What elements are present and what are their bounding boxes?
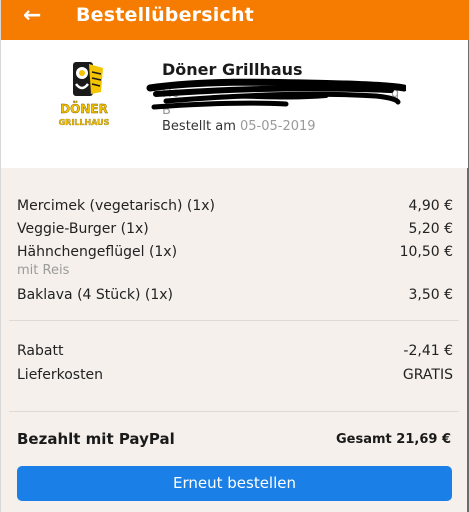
page-title: Bestellübersicht	[76, 4, 254, 26]
svg-text:GRILLHAUS: GRILLHAUS	[59, 118, 110, 127]
delivery-label: Lieferkosten	[17, 367, 104, 383]
item-price: 4,90 €	[408, 198, 453, 214]
divider	[9, 320, 459, 321]
payment-method: Bezahlt mit PayPal	[17, 430, 175, 448]
order-total: Gesamt 21,69 €	[336, 432, 451, 447]
restaurant-logo: DÖNER GRILLHAUS	[58, 62, 110, 127]
discount-value: -2,41 €	[403, 343, 453, 359]
order-item: Hähnchengeflügel (1x) 10,50 €	[17, 242, 453, 262]
item-name: Mercimek (vegetarisch) (1x)	[17, 198, 216, 214]
delivery-row: Lieferkosten GRATIS	[17, 365, 453, 385]
discount-row: Rabatt -2,41 €	[17, 341, 453, 361]
delivery-value: GRATIS	[402, 367, 453, 383]
item-price: 10,50 €	[399, 244, 453, 260]
item-name: Veggie-Burger (1x)	[17, 221, 149, 237]
item-note: mit Reis	[17, 263, 70, 278]
order-item: Veggie-Burger (1x) 5,20 €	[17, 219, 453, 239]
order-date-value: 05-05-2019	[240, 119, 316, 134]
item-price: 5,20 €	[408, 221, 453, 237]
reorder-button[interactable]: Erneut bestellen	[17, 466, 452, 501]
svg-text:DÖNER: DÖNER	[60, 101, 108, 116]
order-date-label: Bestellt am	[162, 119, 236, 134]
order-summary-screen: ← Bestellübersicht DÖNER GRILLHAUS Döner…	[0, 0, 469, 512]
restaurant-card: DÖNER GRILLHAUS Döner Grillhaus Ho B g B…	[1, 40, 468, 168]
divider	[9, 411, 459, 412]
app-header: ← Bestellübersicht	[1, 0, 469, 40]
order-item: Baklava (4 Stück) (1x) 3,50 €	[17, 285, 453, 305]
item-name: Baklava (4 Stück) (1x)	[17, 287, 173, 303]
redaction-scribble	[146, 78, 406, 110]
item-name: Hähnchengeflügel (1x)	[17, 244, 178, 260]
back-arrow-icon[interactable]: ←	[23, 3, 41, 29]
order-date: Bestellt am 05-05-2019	[162, 119, 316, 134]
order-item: Mercimek (vegetarisch) (1x) 4,90 €	[17, 196, 453, 216]
item-price: 3,50 €	[408, 287, 453, 303]
discount-label: Rabatt	[17, 343, 64, 359]
